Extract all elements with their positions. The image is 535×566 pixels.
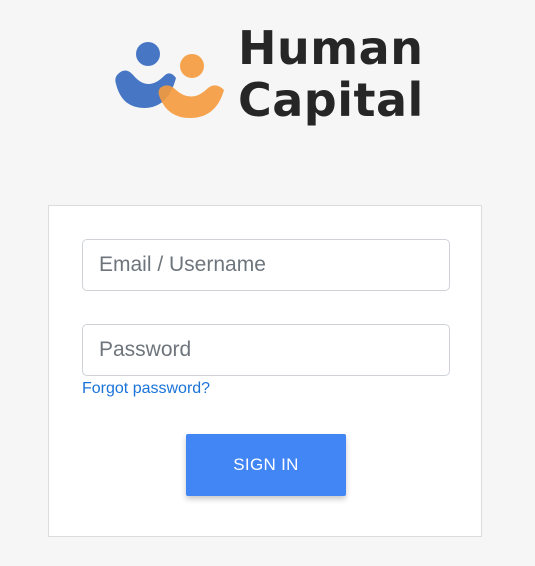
forgot-password-link[interactable]: Forgot password? <box>82 380 210 398</box>
login-card: Forgot password? SIGN IN <box>48 205 482 537</box>
human-capital-logo-icon <box>115 42 224 118</box>
password-field[interactable] <box>82 324 450 376</box>
email-field[interactable] <box>82 239 450 291</box>
brand-line-1: Human <box>238 21 424 75</box>
sign-in-button[interactable]: SIGN IN <box>186 434 346 496</box>
brand-name: Human Capital <box>238 22 424 126</box>
logo: Human Capital <box>0 0 535 150</box>
brand-line-2: Capital <box>238 73 424 127</box>
